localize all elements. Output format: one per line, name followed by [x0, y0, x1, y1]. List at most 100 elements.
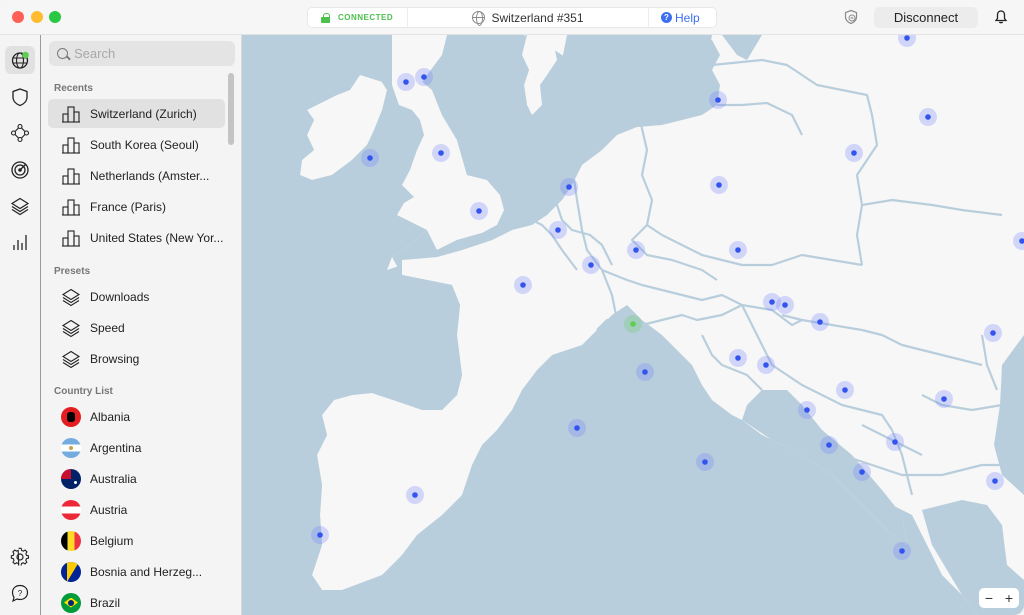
search-icon [57, 48, 68, 59]
country-item[interactable]: Albania [48, 402, 225, 431]
server-marker[interactable] [716, 182, 722, 188]
server-map[interactable]: − + [242, 35, 1024, 615]
presets-heading: Presets [54, 266, 91, 277]
server-marker[interactable] [763, 362, 769, 368]
rail-support-button[interactable]: ? [5, 579, 35, 607]
server-marker[interactable] [633, 247, 639, 253]
sidebar-scrollbar[interactable] [228, 73, 234, 145]
server-marker[interactable] [904, 35, 910, 41]
search-field[interactable] [49, 41, 235, 66]
recent-item[interactable]: United States (New Yor... [48, 223, 225, 252]
server-marker[interactable] [892, 439, 898, 445]
country-item[interactable]: Australia [48, 464, 225, 493]
country-item[interactable]: Austria [48, 495, 225, 524]
server-marker[interactable] [804, 407, 810, 413]
preset-item[interactable]: Browsing [48, 344, 225, 373]
server-marker[interactable] [925, 114, 931, 120]
rail-dark-web-monitor-button[interactable] [5, 156, 35, 184]
country-item[interactable]: Argentina [48, 433, 225, 462]
recent-icon [61, 228, 81, 248]
server-marker[interactable] [403, 79, 409, 85]
zoom-out-button[interactable]: − [985, 591, 993, 605]
recent-icon [61, 166, 81, 186]
rail-statistics-button[interactable] [5, 228, 35, 256]
recent-item[interactable]: France (Paris) [48, 192, 225, 221]
rail-globe-button[interactable] [5, 46, 35, 74]
belgium-flag-icon [61, 530, 81, 551]
server-marker[interactable] [438, 150, 444, 156]
server-marker[interactable] [520, 282, 526, 288]
country-label: Australia [90, 471, 137, 486]
recent-item[interactable]: Netherlands (Amster... [48, 161, 225, 190]
server-marker[interactable] [412, 492, 418, 498]
server-marker[interactable] [317, 532, 323, 538]
europe-map[interactable] [242, 35, 1024, 615]
preset-label: Speed [90, 320, 125, 335]
city-icon [62, 136, 80, 154]
country-item[interactable]: Bosnia and Herzeg... [48, 557, 225, 586]
server-marker[interactable] [735, 355, 741, 361]
navigation-rail: ? [0, 35, 41, 615]
help-link[interactable]: ? Help [648, 8, 716, 27]
current-server[interactable]: Switzerland #351 [408, 11, 648, 26]
recent-label: Netherlands (Amster... [90, 168, 210, 183]
server-marker[interactable] [574, 425, 580, 431]
support-chat-icon: ? [11, 584, 29, 603]
server-marker[interactable] [899, 548, 905, 554]
server-marker[interactable] [992, 478, 998, 484]
server-marker[interactable] [702, 459, 708, 465]
recent-item[interactable]: Switzerland (Zurich) [48, 99, 225, 128]
recents-heading: Recents [54, 83, 93, 94]
server-marker[interactable] [851, 150, 857, 156]
connected-server-marker[interactable] [630, 321, 636, 327]
server-marker[interactable] [990, 330, 996, 336]
zoom-in-button[interactable]: + [1005, 591, 1013, 605]
search-input[interactable] [74, 46, 224, 61]
server-marker[interactable] [817, 319, 823, 325]
server-marker[interactable] [555, 227, 561, 233]
server-marker[interactable] [588, 262, 594, 268]
recent-label: Switzerland (Zurich) [90, 106, 197, 121]
layers-icon [61, 319, 81, 337]
pause-shield-icon[interactable] [843, 9, 859, 25]
notifications-bell-icon[interactable] [994, 9, 1008, 25]
server-marker[interactable] [826, 442, 832, 448]
preset-icon [61, 318, 81, 338]
country-item[interactable]: Belgium [48, 526, 225, 555]
rail-threat-protection-button[interactable] [5, 83, 35, 111]
close-window-button[interactable] [12, 11, 24, 23]
server-marker[interactable] [735, 247, 741, 253]
rail-settings-button[interactable] [5, 543, 35, 571]
server-marker[interactable] [859, 469, 865, 475]
maximize-window-button[interactable] [49, 11, 61, 23]
server-marker[interactable] [941, 396, 947, 402]
rail-meshnet-button[interactable] [5, 119, 35, 147]
server-marker[interactable] [715, 97, 721, 103]
nordvpn-window: CONNECTED Switzerland #351 ? Help Discon… [0, 0, 1024, 615]
map-zoom-controls: − + [979, 588, 1019, 608]
recent-icon [61, 135, 81, 155]
minimize-window-button[interactable] [31, 11, 43, 23]
preset-item[interactable]: Downloads [48, 282, 225, 311]
server-marker[interactable] [642, 369, 648, 375]
svg-text:?: ? [18, 589, 23, 598]
help-icon: ? [661, 12, 672, 23]
country-item[interactable]: Brazil [48, 588, 225, 615]
australia-flag-icon [61, 468, 81, 489]
server-marker[interactable] [566, 184, 572, 190]
preset-item[interactable]: Speed [48, 313, 225, 342]
country-list-heading: Country List [54, 386, 113, 397]
city-icon [62, 167, 80, 185]
disconnect-button[interactable]: Disconnect [874, 7, 978, 28]
server-marker[interactable] [842, 387, 848, 393]
layers-icon [61, 288, 81, 306]
server-marker[interactable] [782, 302, 788, 308]
server-marker[interactable] [421, 74, 427, 80]
recent-item[interactable]: South Korea (Seoul) [48, 130, 225, 159]
server-marker[interactable] [367, 155, 373, 161]
preset-icon [61, 287, 81, 307]
server-sidebar: Recents Switzerland (Zurich) South Korea … [41, 35, 242, 615]
server-marker[interactable] [769, 299, 775, 305]
rail-presets-button[interactable] [5, 192, 35, 220]
server-marker[interactable] [476, 208, 482, 214]
